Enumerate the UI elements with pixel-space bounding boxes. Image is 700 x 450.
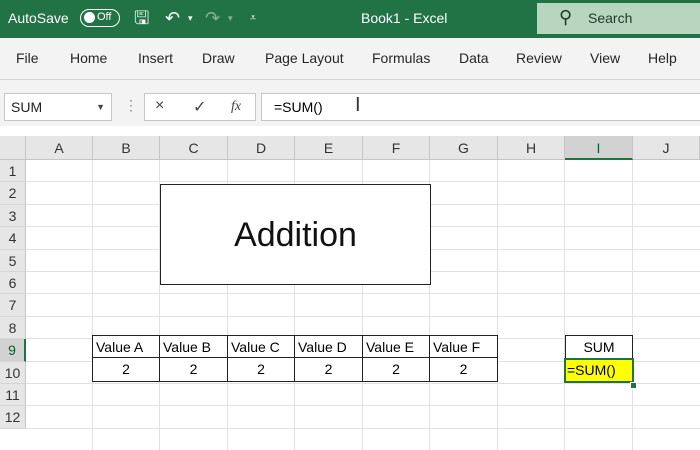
toggle-knob [84,12,95,23]
column-header-c[interactable]: C [160,136,228,160]
column-header-d[interactable]: D [228,136,295,160]
grid-line [26,293,700,295]
column-header-g[interactable]: G [430,136,498,160]
active-cell-i9[interactable]: =SUM() [564,358,634,383]
undo-icon[interactable]: ↶ [165,0,180,38]
column-header-b[interactable]: B [93,136,160,160]
tab-draw[interactable]: Draw [202,50,235,66]
value-cell-b9[interactable]: 2 [92,358,160,382]
select-all-corner[interactable] [0,136,26,160]
name-box-value: SUM [11,99,43,115]
value-cell-g9[interactable]: 2 [430,358,498,382]
text-cursor-icon: I [355,94,361,116]
cancel-icon[interactable]: × [155,97,164,115]
name-box-dropdown-icon[interactable]: ▼ [96,94,105,120]
document-title: Book1 - Excel [361,10,448,26]
tab-page-layout[interactable]: Page Layout [265,50,344,66]
row-header-12[interactable]: 12 [0,406,26,429]
fill-handle[interactable] [630,382,637,389]
row-header-2[interactable]: 2 [0,182,26,205]
row-header-1[interactable]: 1 [0,160,26,183]
value-cell-d9[interactable]: 2 [228,358,295,382]
search-label: Search [588,10,633,26]
header-cell-value-d[interactable]: Value D [295,335,363,359]
grid-line [26,383,700,384]
value-cell-f9[interactable]: 2 [363,358,430,382]
row-header-9[interactable]: 9 [0,339,26,362]
autosave-toggle[interactable]: Off [80,9,120,27]
header-cell-value-b[interactable]: Value B [160,335,228,359]
tab-insert[interactable]: Insert [138,50,173,66]
column-header-f[interactable]: F [363,136,430,160]
sum-header-cell[interactable]: SUM [565,335,633,359]
column-header-a[interactable]: A [26,136,93,160]
grid-line [26,315,700,317]
grid-line [26,181,700,183]
row-header-7[interactable]: 7 [0,294,26,317]
value-cell-e9[interactable]: 2 [295,358,363,382]
row-header-4[interactable]: 4 [0,227,26,250]
enter-icon[interactable]: ✓ [193,97,206,117]
save-icon[interactable]: 🖫 [134,0,149,38]
tab-review[interactable]: Review [516,50,562,66]
title-text: Addition [234,216,357,254]
tab-help[interactable]: Help [648,50,677,66]
ribbon-collapsed-area [0,80,700,90]
merged-title-cell[interactable]: Addition [160,184,431,285]
column-header-h[interactable]: H [498,136,565,160]
value-cell-c9[interactable]: 2 [160,358,228,382]
tab-data[interactable]: Data [459,50,489,66]
header-cell-value-f[interactable]: Value F [430,335,498,359]
row-header-5[interactable]: 5 [0,249,26,272]
row-header-6[interactable]: 6 [0,272,26,295]
search-box[interactable]: ⚲ Search [537,3,700,34]
tab-formulas[interactable]: Formulas [372,50,430,66]
ribbon-tabs: File Home Insert Draw Page Layout Formul… [0,38,700,80]
formula-buttons: × ✓ fx [144,93,256,121]
header-cell-value-c[interactable]: Value C [228,335,295,359]
redo-dropdown-icon[interactable]: ▾ [228,0,233,38]
title-bar: AutoSave Off 🖫 ↶ ▾ ↷ ▾ ⩡ Book1 - Excel ⚲… [0,0,700,38]
header-cell-value-a[interactable]: Value A [92,335,160,359]
undo-dropdown-icon[interactable]: ▾ [188,0,193,38]
tab-file[interactable]: File [16,50,39,66]
customize-qat-icon[interactable]: ⩡ [250,0,256,38]
redo-icon[interactable]: ↷ [205,0,220,38]
row-header-10[interactable]: 10 [0,361,26,384]
column-header-e[interactable]: E [295,136,363,160]
column-header-j[interactable]: J [633,136,700,160]
insert-function-icon[interactable]: fx [231,99,241,115]
formula-input[interactable]: =SUM() [261,93,700,121]
row-header-8[interactable]: 8 [0,316,26,340]
formula-bar: SUM ▼ ⋮ × ✓ fx =SUM() [0,90,700,126]
row-header-11[interactable]: 11 [0,384,26,407]
autosave-label: AutoSave [8,10,69,26]
name-box[interactable]: SUM ▼ [4,93,112,121]
row-header-3[interactable]: 3 [0,204,26,228]
grid-line [26,405,700,407]
column-header-i[interactable]: I [565,136,633,160]
grid-line [26,427,700,429]
tab-home[interactable]: Home [70,50,107,66]
header-cell-value-e[interactable]: Value E [363,335,430,359]
splitter-icon[interactable]: ⋮ [124,97,138,114]
search-icon: ⚲ [559,7,573,27]
tab-view[interactable]: View [590,50,620,66]
autosave-state: Off [97,11,112,23]
